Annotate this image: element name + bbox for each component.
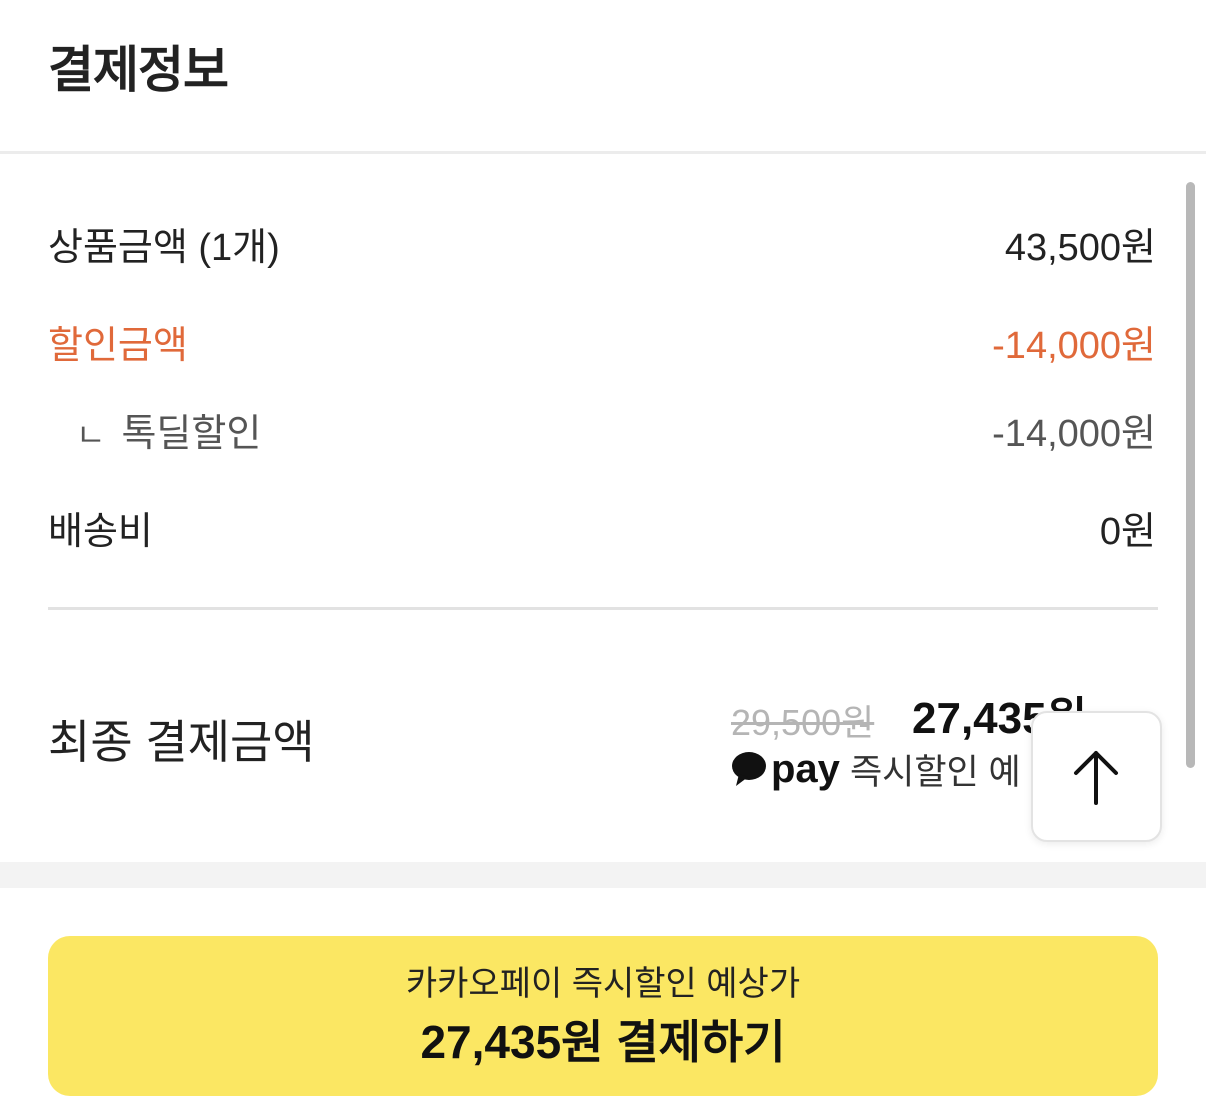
talkdeal-discount-label: ㄴ 톡딜할인 — [76, 402, 261, 457]
header: 결제정보 — [0, 0, 1206, 152]
talkdeal-discount-value: -14,000원 — [992, 413, 1156, 455]
scroll-to-top-button[interactable] — [1031, 711, 1162, 842]
summary-divider — [48, 607, 1158, 610]
pay-discount-text: 즉시할인 예 — [849, 753, 1021, 792]
discount-amount-row: 할인금액 -14,000원 — [48, 314, 1156, 374]
product-amount-row: 상품금액 (1개) 43,500원 — [48, 216, 1156, 276]
talkdeal-discount-row: ㄴ 톡딜할인 -14,000원 — [48, 402, 1156, 462]
discount-amount-value: -14,000원 — [992, 325, 1156, 367]
speech-bubble-icon — [731, 750, 767, 790]
discount-amount-label: 할인금액 — [48, 325, 188, 367]
header-divider — [0, 151, 1206, 154]
section-separator — [0, 862, 1206, 888]
final-amount-label: 최종 결제금액 — [48, 716, 315, 768]
pay-button-subtitle: 카카오페이 즉시할인 예상가 — [405, 965, 801, 1003]
talkdeal-discount-text: 톡딜할인 — [121, 413, 262, 455]
scrollbar[interactable] — [1186, 182, 1195, 768]
product-amount-value: 43,500원 — [1004, 227, 1156, 269]
pay-logo: pay — [771, 747, 840, 791]
sub-item-marker: ㄴ — [76, 417, 106, 453]
pay-button[interactable]: 카카오페이 즉시할인 예상가 27,435원 결제하기 — [48, 936, 1158, 1096]
shipping-fee-value: 0원 — [1099, 511, 1156, 553]
product-amount-label: 상품금액 (1개) — [48, 227, 280, 269]
page-title: 결제정보 — [48, 42, 229, 98]
shipping-fee-label: 배송비 — [48, 511, 153, 553]
shipping-fee-row: 배송비 0원 — [48, 500, 1156, 560]
original-price: 29,500원 — [731, 702, 875, 743]
pay-button-label: 27,435원 결제하기 — [420, 1016, 786, 1068]
kakaopay-discount-note: pay 즉시할인 예 — [731, 744, 1021, 794]
